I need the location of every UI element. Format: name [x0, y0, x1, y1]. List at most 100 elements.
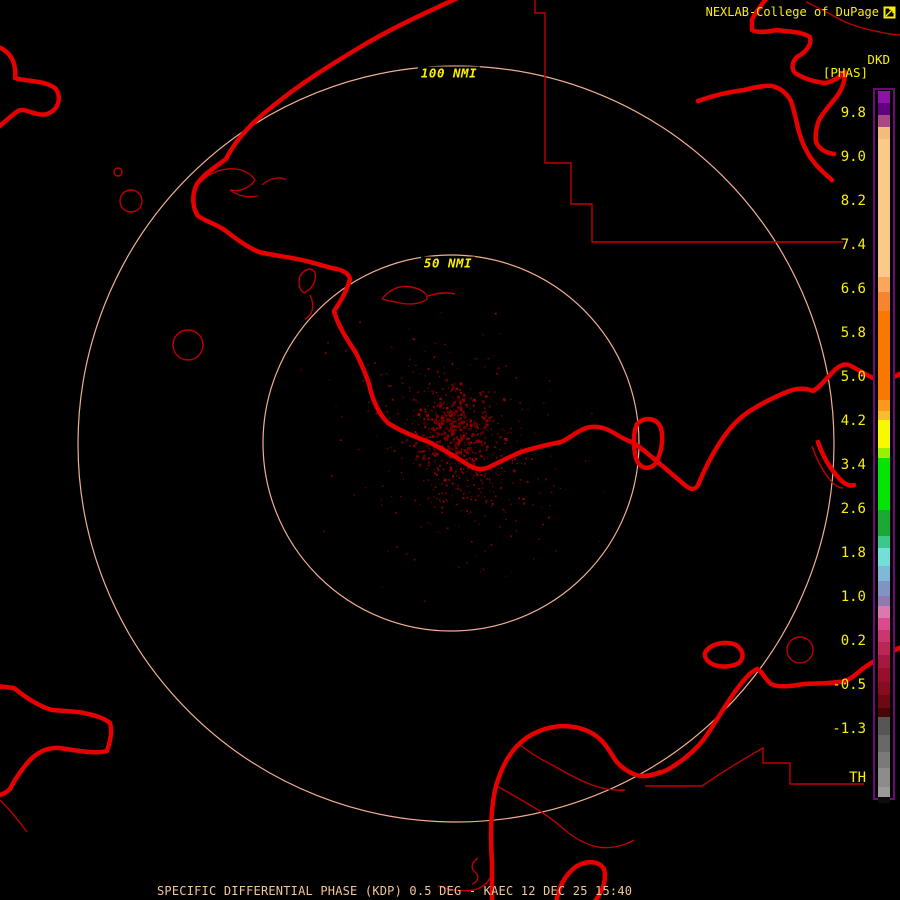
radar-echo-speckle: [458, 440, 461, 443]
radar-echo-speckle: [469, 388, 471, 390]
radar-echo-speckle: [455, 488, 457, 490]
radar-echo-speckle: [439, 404, 442, 407]
radar-echo-speckle: [508, 498, 510, 501]
radar-echo-speckle: [531, 504, 534, 507]
radar-echo-speckle: [427, 445, 430, 447]
radar-echo-speckle: [459, 417, 461, 420]
radar-echo-speckle: [495, 403, 497, 405]
radar-echo-speckle: [518, 420, 520, 422]
colorbar-band: [878, 548, 890, 566]
radar-echo-speckle: [492, 486, 494, 488]
radar-echo-speckle: [408, 389, 410, 391]
radar-echo-speckle: [324, 352, 327, 355]
radar-echo-speckle: [413, 427, 416, 429]
radar-echo-speckle: [445, 484, 448, 487]
radar-echo-speckle: [445, 406, 449, 410]
radar-echo-speckle: [488, 405, 491, 408]
radar-echo-speckle: [477, 428, 480, 430]
radar-echo-speckle: [413, 558, 416, 561]
radar-echo-speckle: [436, 441, 438, 443]
radar-echo-speckle: [432, 428, 436, 432]
radar-echo-speckle: [423, 390, 426, 393]
colorbar-band: [878, 596, 890, 606]
radar-echo-speckle: [472, 400, 474, 402]
radar-echo-speckle: [510, 432, 512, 434]
map-island-circle: [786, 636, 814, 664]
radar-echo-speckle: [519, 434, 522, 436]
colorbar-band: [878, 655, 890, 668]
radar-echo-speckle: [486, 413, 488, 415]
radar-echo-speckle: [345, 349, 347, 352]
radar-echo-speckle: [512, 469, 516, 473]
radar-echo-speckle: [510, 503, 512, 505]
radar-echo-speckle: [439, 425, 442, 429]
radar-echo-speckle: [450, 427, 453, 430]
radar-echo-speckle: [468, 513, 470, 515]
radar-echo-speckle: [473, 398, 477, 402]
radar-echo-speckle: [473, 422, 477, 426]
colorbar-tick-label: 1.0: [840, 589, 866, 605]
radar-echo-speckle: [442, 421, 445, 424]
radar-echo-speckle: [457, 414, 460, 417]
radar-echo-speckle: [461, 448, 463, 451]
radar-echo-speckle: [443, 471, 446, 473]
radar-echo-speckle: [461, 420, 465, 424]
map-coastline: [0, 45, 61, 129]
radar-echo-speckle: [484, 414, 486, 417]
radar-echo-speckle: [515, 377, 518, 379]
radar-echo-speckle: [474, 520, 476, 522]
radar-echo-speckle: [406, 418, 408, 421]
radar-echo-speckle: [436, 466, 439, 469]
radar-echo-speckle: [483, 515, 486, 517]
radar-echo-speckle: [518, 497, 521, 500]
radar-echo-speckle: [439, 397, 443, 401]
radar-echo-speckle: [459, 463, 461, 465]
radar-echo-speckle: [463, 414, 466, 418]
radar-echo-speckle: [551, 491, 553, 494]
radar-echo-speckle: [479, 391, 482, 394]
radar-echo-speckle: [486, 424, 489, 426]
radar-echo-speckle: [452, 386, 455, 389]
radar-echo-speckle: [401, 441, 404, 444]
radar-echo-speckle: [446, 501, 448, 503]
radar-echo-speckle: [454, 420, 456, 423]
radar-echo-speckle: [451, 423, 454, 426]
radar-echo-speckle: [554, 468, 556, 470]
radar-echo-speckle: [503, 453, 505, 456]
radar-echo-speckle: [443, 372, 446, 375]
radar-echo-speckle: [480, 455, 483, 458]
radar-echo-speckle: [537, 477, 539, 480]
colorbar-band: [878, 400, 890, 411]
radar-echo-speckle: [335, 405, 337, 407]
radar-echo-speckle: [488, 477, 490, 480]
radar-echo-speckle: [441, 492, 443, 495]
radar-echo-speckle: [423, 422, 426, 425]
radar-echo-speckle: [391, 398, 394, 401]
radar-echo-speckle: [603, 491, 605, 493]
radar-echo-speckle: [391, 346, 393, 349]
radar-echo-speckle: [432, 435, 435, 437]
radar-echo-speckle: [434, 459, 437, 461]
radar-echo-speckle: [467, 467, 469, 470]
radar-echo-speckle: [475, 471, 477, 474]
radar-echo-speckle: [466, 424, 469, 427]
radar-echo-speckle: [479, 432, 483, 435]
range-ring-label: 50 NMI: [420, 256, 476, 270]
radar-echo-speckle: [484, 423, 486, 425]
radar-echo-speckle: [481, 411, 485, 414]
radar-echo-speckle: [499, 448, 501, 451]
colorbar-band: [878, 91, 890, 103]
radar-echo-speckle: [480, 479, 482, 481]
radar-echo-speckle: [405, 438, 409, 442]
radar-echo-speckle: [453, 411, 456, 414]
radar-echo-speckle: [505, 576, 507, 578]
radar-echo-speckle: [449, 466, 452, 469]
radar-echo-speckle: [404, 423, 406, 425]
radar-echo-speckle: [463, 442, 465, 444]
radar-echo-speckle: [448, 429, 451, 432]
radar-echo-speckle: [493, 446, 496, 448]
radar-echo-speckle: [446, 527, 449, 530]
radar-echo-speckle: [448, 387, 450, 389]
radar-echo-speckle: [433, 401, 436, 404]
radar-echo-speckle: [420, 450, 423, 453]
